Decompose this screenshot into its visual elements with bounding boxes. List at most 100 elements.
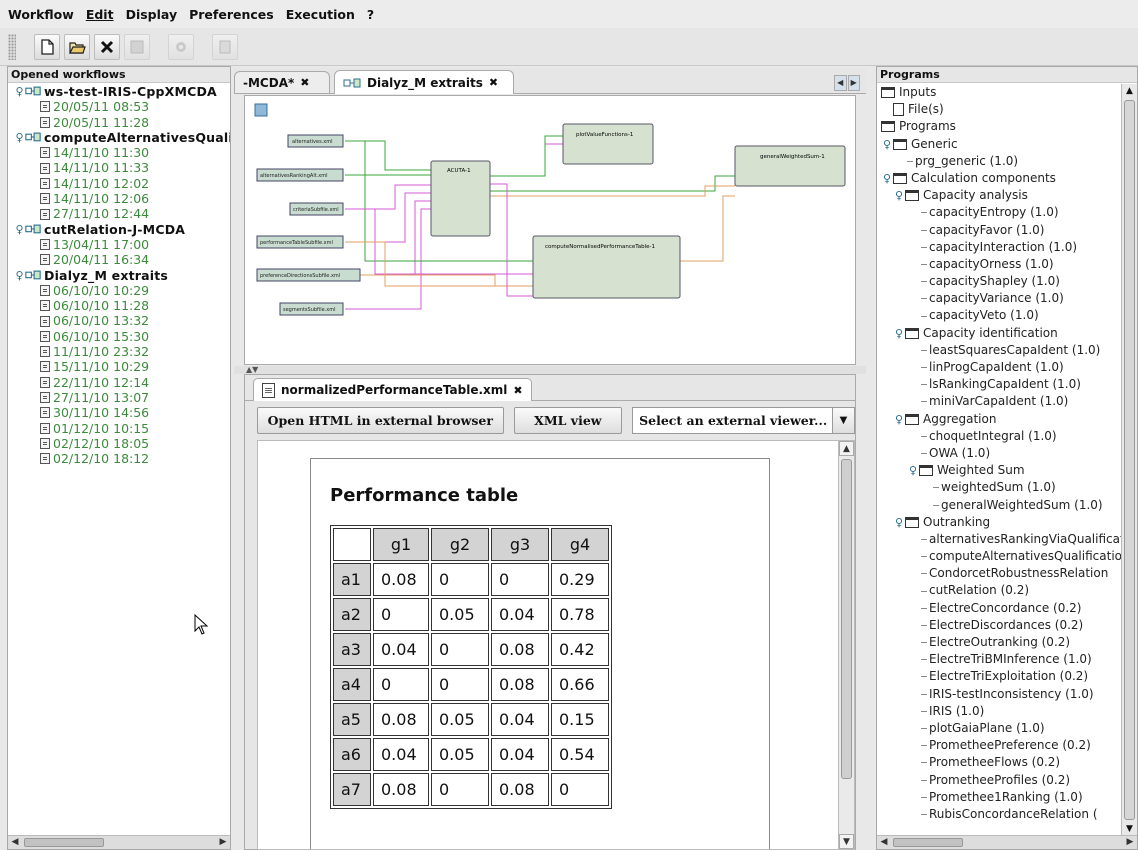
program-item[interactable]: generalWeightedSum (1.0): [877, 497, 1121, 514]
run-item[interactable]: 06/10/10 13:32: [14, 313, 230, 328]
run-item[interactable]: 20/05/11 08:53: [14, 99, 230, 114]
expand-toggle-icon[interactable]: ♀: [893, 187, 905, 204]
program-category[interactable]: ♀ Capacity identification: [877, 325, 1121, 342]
general-weighted-sum-node[interactable]: [734, 145, 846, 187]
run-item[interactable]: 01/12/10 10:15: [14, 421, 230, 436]
open-html-button[interactable]: Open HTML in external browser: [257, 406, 504, 434]
scroll-left-arrow-icon[interactable]: ◀: [877, 836, 891, 849]
program-item[interactable]: choquetIntegral (1.0): [877, 428, 1121, 445]
program-item[interactable]: CondorcetRobustnessRelation: [877, 565, 1121, 582]
program-item[interactable]: PrometheeFlows (0.2): [877, 754, 1121, 771]
pointer-tool-icon[interactable]: [254, 103, 268, 117]
run-item[interactable]: 06/10/10 15:30: [14, 329, 230, 344]
run-item[interactable]: 11/11/10 23:32: [14, 344, 230, 359]
run-item[interactable]: 15/11/10 10:29: [14, 359, 230, 374]
program-item[interactable]: capacityFavor (1.0): [877, 222, 1121, 239]
program-item[interactable]: capacityShapley (1.0): [877, 273, 1121, 290]
preview-vertical-scrollbar[interactable]: ▲ ▼: [838, 441, 854, 849]
expand-toggle-icon[interactable]: ♀: [893, 514, 905, 531]
close-tab-icon[interactable]: ✖: [300, 76, 309, 89]
program-category[interactable]: ♀ Calculation components: [877, 170, 1121, 187]
program-item[interactable]: ElectreTriExploitation (0.2): [877, 668, 1121, 685]
program-item[interactable]: capacityEntropy (1.0): [877, 204, 1121, 221]
expand-toggle-icon[interactable]: ♀: [893, 411, 905, 428]
expand-toggle-icon[interactable]: ♀: [881, 136, 893, 153]
expand-toggle-icon[interactable]: ♀: [14, 268, 25, 283]
program-category[interactable]: ♀ Capacity analysis: [877, 187, 1121, 204]
scroll-thumb[interactable]: [893, 838, 963, 847]
tab-next-arrow-icon[interactable]: ▶: [847, 75, 860, 91]
scroll-right-arrow-icon[interactable]: ▶: [1123, 836, 1137, 849]
expand-toggle-icon[interactable]: ♀: [907, 462, 919, 479]
program-item[interactable]: capacityInteraction (1.0): [877, 239, 1121, 256]
workflow-item[interactable]: ♀ computeAlternativesQualification: [14, 130, 230, 145]
scroll-thumb[interactable]: [24, 838, 104, 847]
menu-help[interactable]: ?: [367, 7, 374, 22]
chevron-down-icon[interactable]: ▼: [832, 407, 854, 433]
run-item[interactable]: 02/12/10 18:12: [14, 451, 230, 466]
workflow-item[interactable]: ♀ ws-test-IRIS-CppXMCDA: [14, 84, 230, 99]
plot-node[interactable]: [562, 123, 654, 165]
menu-workflow[interactable]: Workflow: [8, 7, 74, 22]
program-category[interactable]: ♀ Weighted Sum: [877, 462, 1121, 479]
close-tab-icon[interactable]: ✖: [513, 384, 522, 397]
scroll-down-arrow-icon[interactable]: ▼: [1122, 822, 1137, 836]
input-file-item[interactable]: File(s): [877, 101, 1121, 118]
program-item[interactable]: lsRankingCapaIdent (1.0): [877, 376, 1121, 393]
menu-display[interactable]: Display: [126, 7, 178, 22]
program-item[interactable]: leastSquaresCapaIdent (1.0): [877, 342, 1121, 359]
program-item[interactable]: prg_generic (1.0): [877, 153, 1121, 170]
workflow-item[interactable]: ♀ Dialyz_M extraits: [14, 268, 230, 283]
expand-toggle-icon[interactable]: ♀: [14, 130, 25, 145]
program-item[interactable]: RubisConcordanceRelation (: [877, 806, 1121, 823]
scroll-right-arrow-icon[interactable]: ▶: [216, 836, 230, 849]
run-item[interactable]: 22/11/10 12:14: [14, 375, 230, 390]
program-item[interactable]: linProgCapaIdent (1.0): [877, 359, 1121, 376]
scroll-left-arrow-icon[interactable]: ◀: [8, 836, 22, 849]
tab-normalized-performance-table[interactable]: normalizedPerformanceTable.xml ✖: [253, 378, 532, 401]
program-item[interactable]: PrometheeProfiles (0.2): [877, 772, 1121, 789]
run-item[interactable]: 13/04/11 17:00: [14, 237, 230, 252]
run-item[interactable]: 14/11/10 11:33: [14, 160, 230, 175]
program-item[interactable]: plotGaiaPlane (1.0): [877, 720, 1121, 737]
run-item[interactable]: 20/05/11 11:28: [14, 115, 230, 130]
workflow-item[interactable]: ♀ cutRelation-J-MCDA: [14, 222, 230, 237]
program-category[interactable]: Programs: [877, 118, 1121, 135]
program-item[interactable]: OWA (1.0): [877, 445, 1121, 462]
stop-button[interactable]: [212, 33, 238, 60]
scroll-down-arrow-icon[interactable]: ▼: [839, 834, 854, 849]
tab-prev-arrow-icon[interactable]: ◀: [834, 75, 847, 91]
toolbar-grip[interactable]: [8, 33, 16, 60]
open-workflow-button[interactable]: [64, 33, 90, 60]
program-item[interactable]: ElectreConcordance (0.2): [877, 600, 1121, 617]
run-item[interactable]: 14/11/10 12:02: [14, 176, 230, 191]
program-item[interactable]: ElectreDiscordances (0.2): [877, 617, 1121, 634]
programs-horizontal-scrollbar[interactable]: ◀ ▶: [877, 835, 1137, 849]
run-item[interactable]: 06/10/10 10:29: [14, 283, 230, 298]
program-item[interactable]: Promethee1Ranking (1.0): [877, 789, 1121, 806]
save-button[interactable]: [124, 33, 150, 60]
scroll-up-arrow-icon[interactable]: ▲: [839, 441, 854, 456]
program-category[interactable]: ♀ Outranking: [877, 514, 1121, 531]
expand-toggle-icon[interactable]: ♀: [14, 222, 25, 237]
run-item[interactable]: 20/04/11 16:34: [14, 252, 230, 267]
menu-preferences[interactable]: Preferences: [189, 7, 274, 22]
run-item[interactable]: 14/11/10 12:06: [14, 191, 230, 206]
program-item[interactable]: IRIS (1.0): [877, 703, 1121, 720]
external-viewer-select[interactable]: Select an external viewer... ▼: [632, 406, 855, 434]
new-workflow-button[interactable]: [34, 33, 60, 60]
program-item[interactable]: capacityVariance (1.0): [877, 290, 1121, 307]
program-item[interactable]: PrometheePreference (0.2): [877, 737, 1121, 754]
run-item[interactable]: 06/10/10 11:28: [14, 298, 230, 313]
tab-dialyz[interactable]: Dialyz_M extraits ✖: [334, 70, 514, 94]
scroll-thumb[interactable]: [1124, 100, 1135, 820]
left-horizontal-scrollbar[interactable]: ◀ ▶: [8, 835, 230, 849]
split-pane-divider[interactable]: ▲▼: [234, 366, 866, 374]
run-item[interactable]: 27/11/10 12:44: [14, 206, 230, 221]
menu-execution[interactable]: Execution: [286, 7, 355, 22]
expand-toggle-icon[interactable]: ♀: [881, 170, 893, 187]
program-item[interactable]: capacityOrness (1.0): [877, 256, 1121, 273]
program-category[interactable]: Inputs: [877, 84, 1121, 101]
run-button[interactable]: [168, 33, 194, 60]
program-item[interactable]: weightedSum (1.0): [877, 479, 1121, 496]
